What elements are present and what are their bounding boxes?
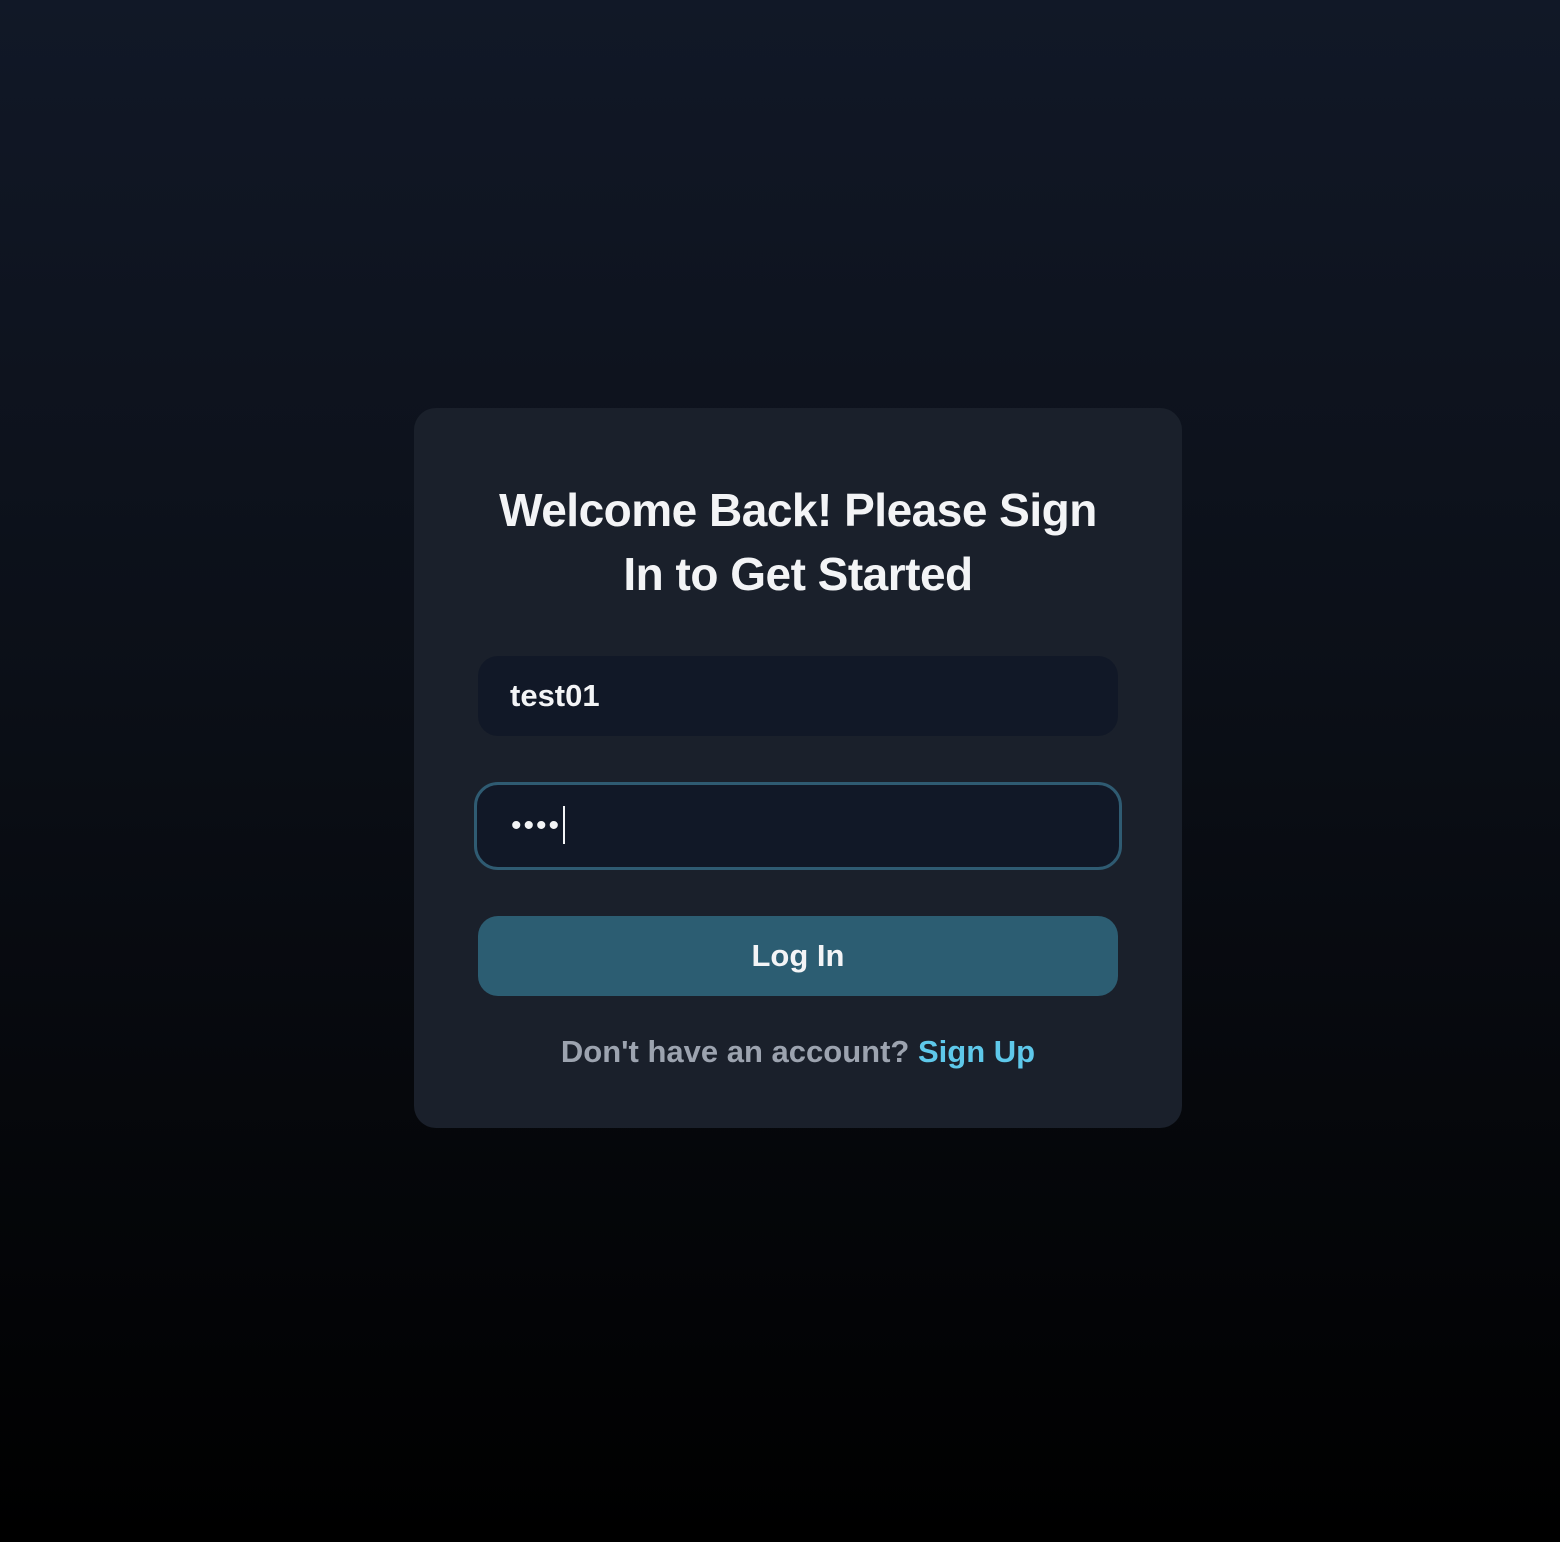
login-button[interactable]: Log In bbox=[478, 916, 1118, 996]
login-card: Welcome Back! Please Sign In to Get Star… bbox=[414, 408, 1182, 1128]
signup-link[interactable]: Sign Up bbox=[918, 1034, 1035, 1069]
signup-prompt: Don't have an account? bbox=[560, 1034, 910, 1069]
text-caret bbox=[563, 806, 566, 845]
page-title: Welcome Back! Please Sign In to Get Star… bbox=[499, 484, 1097, 600]
password-input[interactable]: •••• bbox=[474, 782, 1122, 870]
password-mask: •••• bbox=[511, 785, 566, 867]
signup-row: Don't have an account? Sign Up bbox=[478, 1034, 1118, 1070]
username-input[interactable] bbox=[478, 656, 1118, 736]
